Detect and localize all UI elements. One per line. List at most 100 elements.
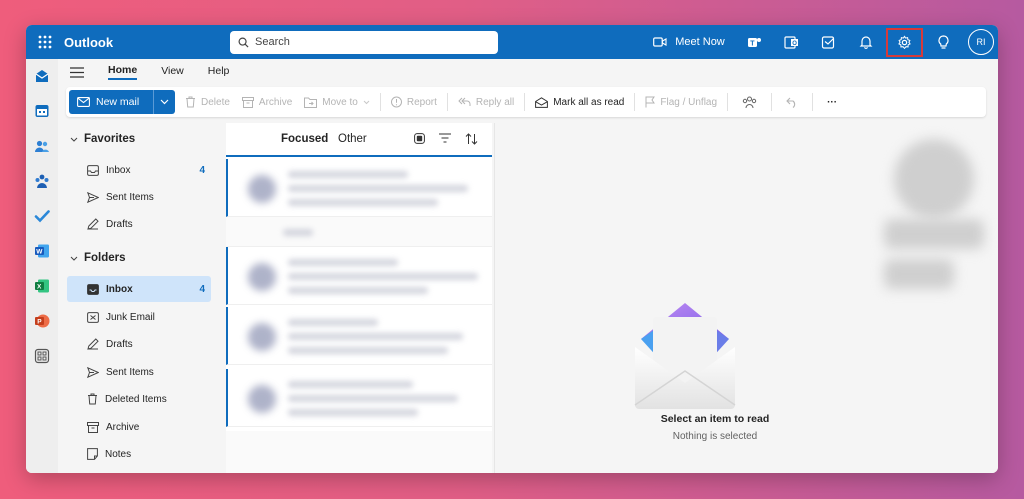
blurred-text — [288, 347, 448, 354]
unread-count: 4 — [199, 164, 205, 176]
new-mail-button[interactable]: New mail — [69, 90, 175, 114]
hamburger-menu-icon[interactable] — [70, 66, 92, 78]
send-icon — [87, 191, 99, 203]
folder-item-archive[interactable]: Archive — [67, 414, 211, 440]
top-bar: Outlook Search Meet Now T O RI — [26, 25, 998, 59]
tab-other[interactable]: Other — [338, 133, 367, 145]
settings-button[interactable] — [886, 27, 923, 57]
filter-icon[interactable] — [439, 133, 451, 143]
ribbon-divider — [812, 93, 814, 111]
reading-pane-subtitle: Nothing is selected — [672, 431, 758, 442]
blurred-text — [288, 287, 428, 294]
svg-text:W: W — [36, 249, 43, 256]
undo-button[interactable] — [776, 87, 808, 117]
message-list-empty-space — [226, 431, 492, 473]
chevron-down-icon — [70, 256, 78, 261]
trash-icon — [186, 96, 195, 108]
tab-view[interactable]: View — [161, 65, 184, 79]
favorite-item-drafts[interactable]: Drafts — [67, 211, 211, 237]
app-title[interactable]: Outlook — [64, 35, 230, 50]
favorite-item-sent-items[interactable]: Sent Items — [67, 184, 211, 210]
move-to-label: Move to — [322, 96, 358, 108]
tab-help[interactable]: Help — [208, 65, 230, 79]
list-item[interactable] — [226, 307, 492, 365]
favorite-item-inbox[interactable]: Inbox 4 — [67, 157, 211, 183]
favorites-header[interactable]: Favorites — [70, 133, 135, 145]
app-launcher-icon[interactable] — [30, 25, 60, 59]
blurred-text — [288, 409, 418, 416]
new-mail-dropdown[interactable] — [153, 90, 175, 114]
blurred-avatar — [248, 323, 276, 351]
ribbon-toolbar: New mail Delete Archive Move to Report R… — [66, 87, 986, 117]
reading-pane: Select an item to read Nothing is select… — [494, 123, 998, 473]
people-app-icon[interactable] — [32, 136, 52, 156]
svg-text:O: O — [792, 41, 797, 47]
folder-label: Archive — [106, 421, 140, 433]
mail-app-icon[interactable] — [32, 66, 52, 86]
folder-label: Notes — [105, 448, 132, 460]
calendar-app-icon[interactable] — [32, 101, 52, 121]
ribbon-divider — [524, 93, 526, 111]
unread-count: 4 — [199, 283, 205, 295]
move-to-button[interactable]: Move to — [298, 87, 376, 117]
list-item[interactable] — [226, 369, 492, 427]
excel-app-icon[interactable]: X — [32, 276, 52, 296]
folder-item-sent-items[interactable]: Sent Items — [67, 359, 211, 385]
powerpoint-app-icon[interactable]: P — [32, 311, 52, 331]
inbox-icon — [87, 164, 99, 176]
folders-header[interactable]: Folders — [70, 252, 126, 264]
blurred-shape — [894, 139, 974, 219]
delete-label: Delete — [201, 96, 230, 108]
folder-label: Sent Items — [106, 366, 154, 378]
folder-item-junk-email[interactable]: Junk Email — [67, 304, 211, 330]
chevron-down-icon — [160, 99, 169, 105]
chevron-down-icon — [363, 100, 370, 104]
groups-app-icon[interactable] — [32, 171, 52, 191]
todo-app-icon[interactable] — [32, 206, 52, 226]
teams-icon[interactable]: T — [736, 25, 773, 59]
search-input[interactable]: Search — [230, 30, 498, 54]
pencil-draft-icon — [87, 338, 99, 350]
tab-focused[interactable]: Focused — [281, 133, 328, 145]
folder-label: Inbox — [106, 164, 131, 176]
notifications-bell-icon[interactable] — [847, 25, 884, 59]
more-apps-icon[interactable] — [32, 346, 52, 366]
folder-label: Drafts — [106, 338, 133, 350]
my-day-icon[interactable] — [810, 25, 847, 59]
ribbon-divider — [379, 93, 381, 111]
flag-unflag-button[interactable]: Flag / Unflag — [639, 87, 723, 117]
tab-home[interactable]: Home — [108, 64, 138, 80]
inbox-icon — [87, 283, 99, 295]
junk-mail-icon — [87, 311, 99, 323]
archive-icon — [241, 96, 254, 108]
blurred-text — [288, 333, 463, 340]
chevron-down-icon — [70, 137, 78, 142]
delete-button[interactable]: Delete — [179, 87, 236, 117]
folder-item-deleted-items[interactable]: Deleted Items — [67, 386, 211, 412]
undo-icon — [786, 97, 796, 108]
blurred-shape — [884, 259, 954, 289]
avatar[interactable]: RI — [968, 29, 994, 55]
reply-all-button[interactable]: Reply all — [452, 87, 520, 117]
groups-button[interactable] — [732, 87, 767, 117]
archive-button[interactable]: Archive — [236, 87, 298, 117]
meet-now-button[interactable]: Meet Now — [650, 25, 736, 59]
list-item[interactable] — [226, 247, 492, 305]
folder-item-inbox[interactable]: Inbox 4 — [67, 276, 211, 302]
list-item[interactable] — [226, 159, 492, 217]
office-apps-icon[interactable]: O — [773, 25, 810, 59]
more-options-button[interactable]: ··· — [817, 87, 847, 117]
select-messages-icon[interactable] — [414, 133, 425, 144]
report-label: Report — [406, 96, 437, 108]
word-app-icon[interactable]: W — [32, 241, 52, 261]
folder-label: Junk Email — [106, 311, 155, 323]
folder-item-notes[interactable]: Notes — [67, 441, 211, 467]
archive-label: Archive — [258, 96, 293, 108]
list-item[interactable] — [226, 217, 492, 247]
mark-all-read-button[interactable]: Mark all as read — [529, 87, 630, 117]
tips-lightbulb-icon[interactable] — [925, 25, 962, 59]
folder-item-drafts[interactable]: Drafts — [67, 331, 211, 357]
blurred-text — [288, 273, 478, 280]
sort-icon[interactable] — [465, 133, 478, 145]
report-button[interactable]: Report — [385, 87, 443, 117]
